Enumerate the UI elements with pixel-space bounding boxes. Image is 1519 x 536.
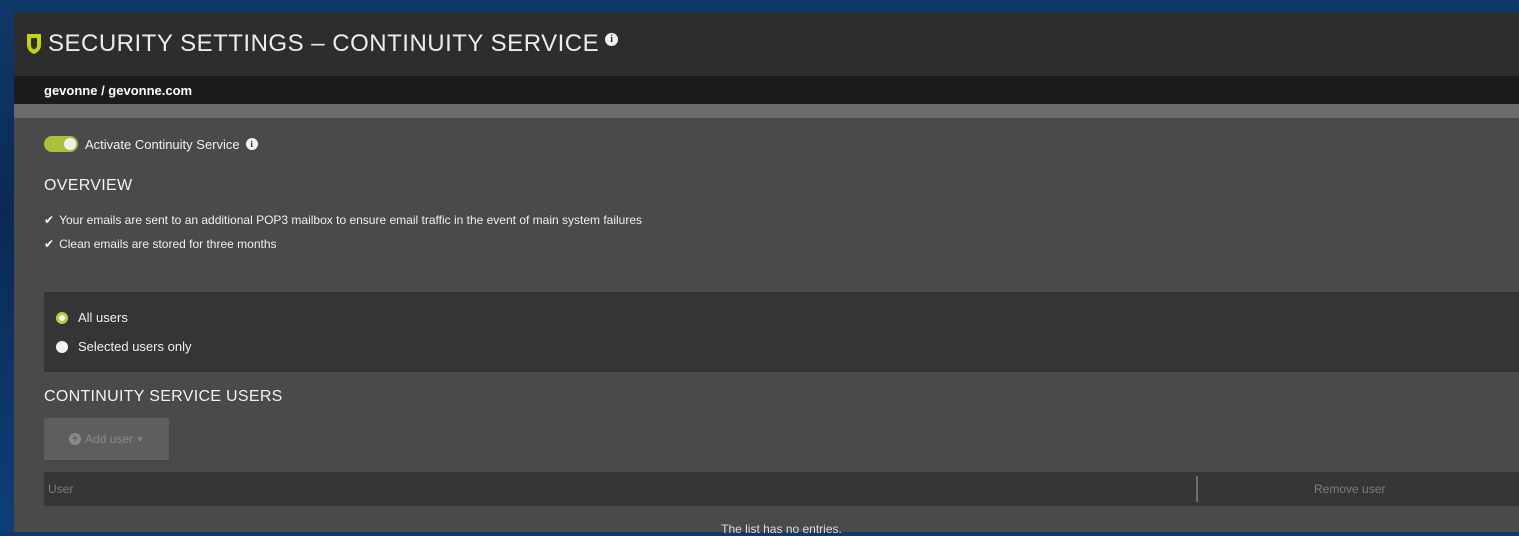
continuity-service-window: SECURITY SETTINGS – CONTINUITY SERVICE i… <box>14 12 1519 536</box>
activate-continuity-toggle[interactable] <box>44 136 78 152</box>
info-icon[interactable]: i <box>605 32 619 46</box>
toggle-knob <box>64 138 76 150</box>
activate-row: Activate Continuity Service i <box>44 136 258 152</box>
column-header-user[interactable]: User <box>48 482 73 496</box>
check-icon: ✔ <box>44 213 55 227</box>
overview-item-text: Your emails are sent to an additional PO… <box>59 213 643 227</box>
radio-button[interactable] <box>56 311 68 324</box>
page-title: SECURITY SETTINGS – CONTINUITY SERVICE <box>48 30 600 57</box>
chevron-down-icon: ▼ <box>136 434 144 444</box>
overview-item: ✔ Your emails are sent to an additional … <box>44 213 642 227</box>
add-user-label: Add user <box>85 432 134 446</box>
radio-selected-users[interactable]: Selected users only <box>56 339 191 354</box>
check-icon: ✔ <box>44 237 55 251</box>
radio-label: Selected users only <box>78 339 192 354</box>
info-icon[interactable]: i <box>245 138 258 150</box>
user-scope-panel: All users Selected users only <box>44 292 1519 372</box>
column-header-remove-user: Remove user <box>1314 482 1386 496</box>
users-table-header: User Remove user <box>44 472 1519 506</box>
empty-list-message: The list has no entries. <box>721 522 842 536</box>
radio-label: All users <box>78 310 128 325</box>
plus-icon: + <box>69 433 82 445</box>
users-heading: CONTINUITY SERVICE USERS <box>44 388 283 405</box>
activate-label: Activate Continuity Service <box>85 136 240 152</box>
overview-item: ✔ Clean emails are stored for three mont… <box>44 237 277 251</box>
radio-all-users[interactable]: All users <box>56 310 128 325</box>
breadcrumb-bar: gevonne / gevonne.com <box>14 76 1519 104</box>
settings-content: Activate Continuity Service i OVERVIEW ✔… <box>28 118 1519 536</box>
title-bar: SECURITY SETTINGS – CONTINUITY SERVICE i <box>14 12 1519 76</box>
overview-heading: OVERVIEW <box>44 177 133 194</box>
shield-icon <box>27 34 41 54</box>
divider <box>14 104 1519 118</box>
radio-button[interactable] <box>56 340 68 353</box>
add-user-button[interactable]: + Add user ▼ <box>44 418 169 460</box>
overview-item-text: Clean emails are stored for three months <box>59 237 277 251</box>
column-divider[interactable] <box>1196 476 1198 502</box>
breadcrumb[interactable]: gevonne / gevonne.com <box>44 83 192 98</box>
